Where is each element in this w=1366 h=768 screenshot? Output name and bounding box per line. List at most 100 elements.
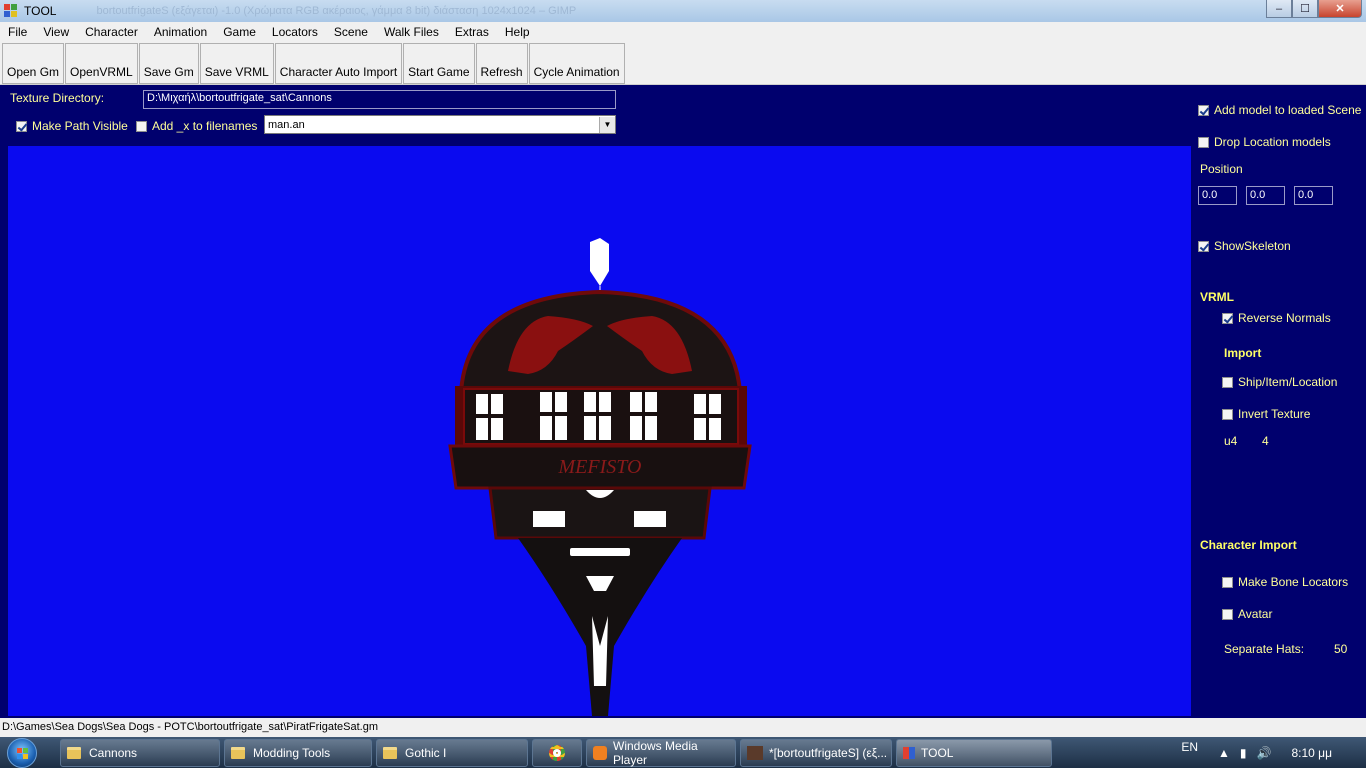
make-path-visible-label: Make Path Visible: [32, 119, 128, 133]
menu-file[interactable]: File: [0, 25, 35, 39]
position-label: Position: [1200, 162, 1243, 176]
maximize-button[interactable]: ☐: [1292, 0, 1318, 18]
taskbar-item-modding-tools[interactable]: Modding Tools: [224, 738, 372, 767]
invert-texture-label: Invert Texture: [1238, 407, 1311, 421]
language-indicator[interactable]: EN: [1181, 740, 1198, 754]
reverse-normals-checkbox[interactable]: Reverse Normals: [1222, 311, 1331, 325]
add-x-label: Add _x to filenames: [152, 119, 258, 133]
ship-item-location-label: Ship/Item/Location: [1238, 375, 1338, 389]
checkbox-checked-icon: [1222, 312, 1233, 324]
checkbox-unchecked-icon: [1222, 408, 1233, 420]
texture-directory-input[interactable]: D:\Μιχαήλ\bortoutfrigate_sat\Cannons: [143, 90, 616, 109]
add-model-label: Add model to loaded Scene: [1214, 103, 1362, 117]
animation-file-select[interactable]: man.an ▼: [264, 115, 616, 134]
menu-scene[interactable]: Scene: [326, 25, 376, 39]
reverse-normals-label: Reverse Normals: [1238, 311, 1331, 325]
clock[interactable]: 8:10 μμ: [1291, 746, 1332, 760]
checkbox-unchecked-icon: [1222, 576, 1233, 588]
checkbox-unchecked-icon: [1222, 608, 1233, 620]
toolbar: Open Gm OpenVRML Save Gm Save VRML Chara…: [0, 42, 1366, 85]
character-import-section-title: Character Import: [1200, 538, 1297, 552]
taskbar-item-gothic[interactable]: Gothic I: [376, 738, 528, 767]
animation-file-value: man.an: [268, 118, 305, 131]
checkbox-unchecked-icon: [1198, 136, 1209, 148]
checkbox-unchecked-icon: [136, 120, 147, 132]
app-icon: [4, 4, 18, 18]
menu-bar: File View Character Animation Game Locat…: [0, 22, 1366, 42]
separate-hats-label: Separate Hats:: [1224, 642, 1305, 656]
checkbox-checked-icon: [1198, 240, 1209, 252]
close-button[interactable]: ✕: [1318, 0, 1362, 18]
u4-label: u4: [1224, 434, 1238, 448]
3d-viewport[interactable]: MEFISTO: [8, 146, 1191, 716]
system-tray: EN ▲ ▮ 🔊 8:10 μμ: [1181, 737, 1366, 768]
make-bone-locators-checkbox[interactable]: Make Bone Locators: [1222, 575, 1348, 589]
separate-hats-value[interactable]: 50: [1334, 642, 1347, 656]
start-game-button[interactable]: Start Game: [403, 43, 475, 84]
checkbox-checked-icon: [16, 120, 27, 132]
checkbox-checked-icon: [1198, 104, 1209, 116]
checkbox-unchecked-icon: [1222, 376, 1233, 388]
show-skeleton-label: ShowSkeleton: [1214, 239, 1291, 253]
drop-location-checkbox[interactable]: Drop Location models: [1198, 135, 1331, 149]
import-section-title: Import: [1224, 346, 1262, 360]
vrml-section-title: VRML: [1200, 290, 1234, 304]
texture-directory-label: Texture Directory:: [10, 91, 105, 105]
u4-value: 4: [1262, 434, 1269, 448]
status-bar: D:\Games\Sea Dogs\Sea Dogs - POTC\bortou…: [0, 718, 1366, 737]
folder-icon: [231, 746, 245, 759]
invert-texture-checkbox[interactable]: Invert Texture: [1222, 407, 1310, 421]
ship-item-location-checkbox[interactable]: Ship/Item/Location: [1222, 375, 1337, 389]
menu-animation[interactable]: Animation: [146, 25, 215, 39]
title-bar[interactable]: TOOL bortoutfrigateS (εξάγεται) -1.0 (Χρ…: [0, 0, 1366, 22]
gimp-icon: [747, 745, 763, 760]
menu-walk-files[interactable]: Walk Files: [376, 25, 447, 39]
menu-game[interactable]: Game: [215, 25, 264, 39]
taskbar: Cannons Modding Tools Gothic I Windows M…: [0, 737, 1366, 768]
chevron-down-icon[interactable]: ▼: [599, 116, 615, 133]
background-window-title: bortoutfrigateS (εξάγεται) -1.0 (Χρώματα…: [96, 5, 577, 17]
power-icon[interactable]: ▮: [1240, 746, 1247, 760]
character-auto-import-button[interactable]: Character Auto Import: [274, 43, 403, 84]
taskbar-item-media-player[interactable]: Windows Media Player: [586, 738, 736, 767]
menu-view[interactable]: View: [35, 25, 77, 39]
position-x-input[interactable]: 0.0: [1198, 186, 1237, 205]
menu-character[interactable]: Character: [77, 25, 146, 39]
position-z-input[interactable]: 0.0: [1294, 186, 1333, 205]
make-bone-locators-label: Make Bone Locators: [1238, 575, 1349, 589]
show-skeleton-checkbox[interactable]: ShowSkeleton: [1198, 239, 1291, 253]
menu-extras[interactable]: Extras: [447, 25, 497, 39]
chrome-icon: [549, 744, 565, 761]
save-vrml-button[interactable]: Save VRML: [199, 43, 274, 84]
make-path-visible-checkbox[interactable]: Make Path Visible: [16, 119, 128, 133]
start-button[interactable]: [0, 737, 44, 768]
taskbar-item-cannons[interactable]: Cannons: [60, 738, 220, 767]
show-hidden-icons-icon[interactable]: ▲: [1218, 746, 1230, 760]
folder-icon: [383, 746, 397, 759]
windows-logo-icon: [7, 737, 37, 768]
open-vrml-button[interactable]: OpenVRML: [65, 43, 138, 84]
refresh-button[interactable]: Refresh: [475, 43, 528, 84]
taskbar-item-chrome[interactable]: [532, 738, 582, 767]
volume-icon[interactable]: 🔊: [1257, 746, 1272, 760]
avatar-label: Avatar: [1238, 607, 1273, 621]
cycle-animation-button[interactable]: Cycle Animation: [528, 43, 625, 84]
app-icon: [903, 746, 915, 759]
position-y-input[interactable]: 0.0: [1246, 186, 1285, 205]
taskbar-item-tool[interactable]: TOOL: [896, 738, 1052, 767]
add-x-checkbox[interactable]: Add _x to filenames: [136, 119, 257, 133]
drop-location-label: Drop Location models: [1214, 135, 1331, 149]
menu-help[interactable]: Help: [497, 25, 538, 39]
menu-locators[interactable]: Locators: [264, 25, 326, 39]
add-model-checkbox[interactable]: Add model to loaded Scene: [1198, 103, 1361, 117]
save-gm-button[interactable]: Save Gm: [138, 43, 199, 84]
window-title: TOOL: [24, 4, 57, 18]
folder-icon: [67, 746, 81, 759]
media-player-icon: [593, 745, 607, 760]
avatar-checkbox[interactable]: Avatar: [1222, 607, 1272, 621]
ship-name-text: MEFISTO: [558, 456, 642, 478]
taskbar-item-gimp[interactable]: *[bortoutfrigateS] (εξ...: [740, 738, 892, 767]
minimize-button[interactable]: –: [1266, 0, 1292, 18]
ship-model: MEFISTO: [448, 238, 752, 716]
open-gm-button[interactable]: Open Gm: [2, 43, 65, 84]
